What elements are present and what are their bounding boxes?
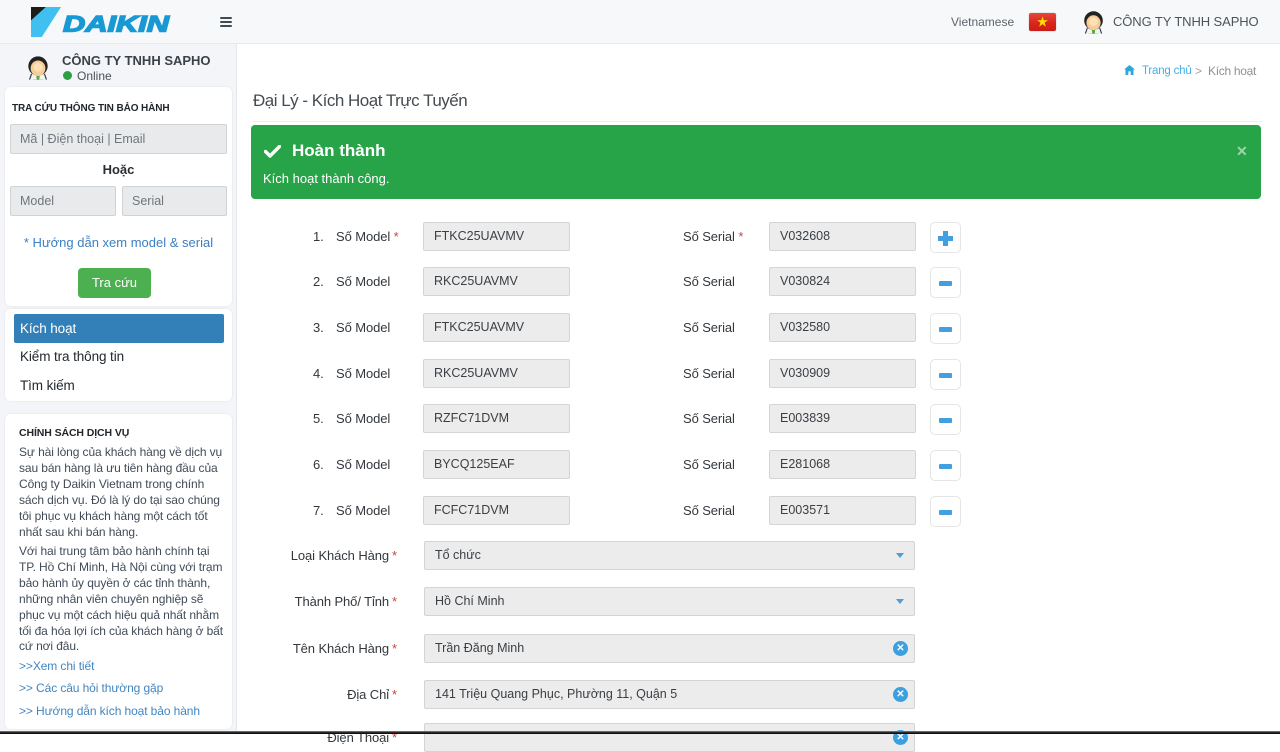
svg-text:DAIKIN: DAIKIN (63, 12, 170, 37)
